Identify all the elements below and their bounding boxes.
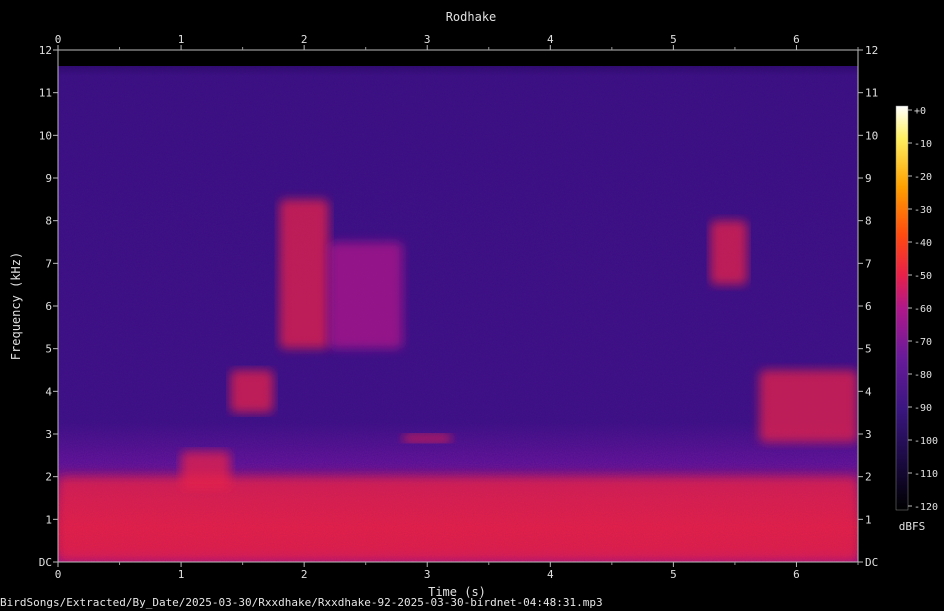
y-tick-label: 10 [39,129,52,142]
y-tick-label: 7 [45,257,52,270]
colorbar-tick-label: +0 [914,106,926,117]
y-tick-label: 5 [865,343,872,356]
colorbar-ticks: +0 -10 -20 -30 -40 -50 -60 -70 -80 -90 -100 -110 -12… [908,106,938,513]
x-tick-label: 2 [301,568,308,581]
colorbar-label: dBFS [899,520,926,533]
y-tick-label: 12 [39,44,52,57]
file-path-footer: BirdSongs/Extracted/By_Date/2025-03-30/R… [0,596,603,609]
colorbar-tick-label: -120 [914,502,938,513]
y-tick-label: 11 [865,87,878,100]
colorbar-tick-label: -20 [914,172,932,183]
x-tick-label: 3 [424,33,431,46]
x-tick-label: 5 [670,33,677,46]
y-tick-label: 1 [865,513,872,526]
colorbar-tick-label: -110 [914,469,938,480]
x-axis-top: 0 1 2 3 4 5 6 [55,33,859,50]
y-tick-label: 3 [45,428,52,441]
colorbar-tick-label: -90 [914,403,932,414]
x-tick-label: 4 [547,33,554,46]
y-tick-label: 10 [865,129,878,142]
y-tick-label: 3 [865,428,872,441]
y-tick-label: 6 [865,300,872,313]
x-tick-label: 2 [301,33,308,46]
energy-region [402,434,452,443]
x-tick-label: 0 [55,568,62,581]
plot-area [58,50,858,562]
x-axis-bottom: 0 1 2 3 4 5 6 [55,562,859,581]
x-tick-label: 6 [793,568,800,581]
energy-region [181,451,231,490]
colorbar-tick-label: -30 [914,205,932,216]
y-axis-label: Frequency (kHz) [9,252,23,360]
energy-region [759,370,858,443]
y-tick-label: 2 [45,471,52,484]
x-tick-label: 6 [793,33,800,46]
energy-region [710,220,748,285]
colorbar-tick-label: -10 [914,139,932,150]
x-tick-label: 0 [55,33,62,46]
colorbar-tick-label: -70 [914,337,932,348]
y-tick-label: 8 [45,215,52,228]
y-tick-label: 7 [865,257,872,270]
colorbar-tick-label: -80 [914,370,932,381]
y-tick-label: 12 [865,44,878,57]
y-tick-label: 9 [865,172,872,185]
y-tick-label: 8 [865,215,872,228]
y-tick-label: 1 [45,513,52,526]
chart-title: Rodhake [446,10,497,24]
y-tick-label: 5 [45,343,52,356]
y-tick-label: 4 [865,385,872,398]
y-tick-label: 6 [45,300,52,313]
spectrogram-chart: Rodhake 0123456 0123456 DC12345678910111… [9,10,938,599]
y-tick-label: DC [865,556,878,569]
colorbar-tick-label: -40 [914,238,932,249]
colorbar [895,105,909,511]
colorbar-tick-label: -100 [914,436,938,447]
x-tick-label: 5 [670,568,677,581]
energy-region [230,370,274,413]
y-tick-label: 4 [45,385,52,398]
x-tick-label: 1 [178,33,185,46]
colorbar-tick-label: -60 [914,304,932,315]
y-tick-label: 2 [865,471,872,484]
y-tick-label: 11 [39,87,52,100]
y-tick-label: 9 [45,172,52,185]
colorbar-tick-label: -50 [914,271,932,282]
y-axis-right: DC123456789101112 [858,44,878,569]
y-tick-label: DC [39,556,52,569]
energy-region [328,242,403,349]
energy-region [279,199,329,349]
y-axis-left: DC123456789101112 [39,44,58,569]
energy-region [58,476,858,562]
x-tick-label: 3 [424,568,431,581]
x-tick-label: 4 [547,568,554,581]
x-tick-label: 1 [178,568,185,581]
